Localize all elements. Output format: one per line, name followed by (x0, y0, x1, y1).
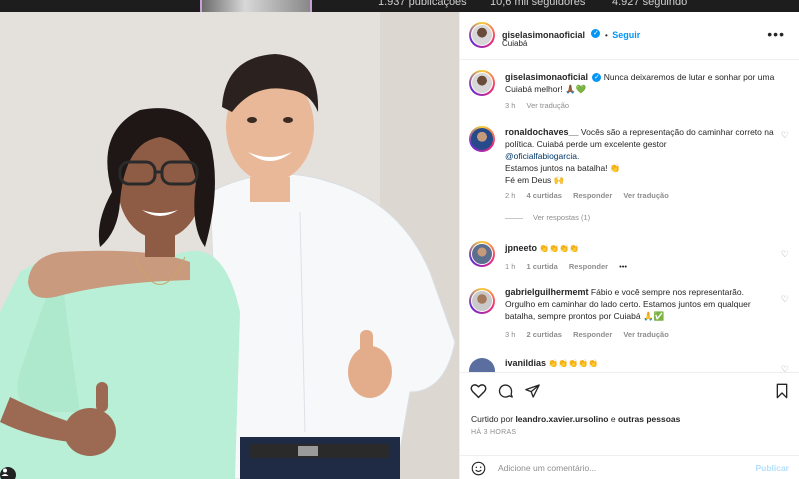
bookmark-icon[interactable] (775, 383, 789, 399)
caption-author-avatar[interactable] (469, 70, 495, 96)
comment-text: gabrielguilhermemt Fábio e você sempre n… (505, 286, 775, 322)
comment-likes[interactable]: 2 curtidas (527, 330, 562, 339)
comment-like-heart-icon[interactable]: ♡ (781, 364, 789, 372)
comment-like-heart-icon[interactable]: ♡ (781, 130, 789, 141)
post-details-panel: giselasimonaoficial ✓ • Seguir Cuiabá ••… (459, 12, 799, 479)
comment-body: 👏👏👏👏👏 (548, 359, 599, 368)
liked-by-prefix: Curtido por (471, 414, 514, 424)
profile-grid-thumbnail[interactable] (200, 0, 312, 12)
comment-like-heart-icon[interactable]: ♡ (781, 249, 789, 260)
commenter-avatar[interactable] (469, 288, 495, 314)
liked-by-and: e (610, 414, 616, 424)
paper-plane-icon[interactable] (524, 383, 541, 399)
comment-text: ivanildias 👏👏👏👏👏 (505, 357, 775, 370)
followers-count[interactable]: 10,6 mil seguidores (490, 0, 585, 8)
comment-meta: 2 h 4 curtidas Responder Ver tradução (505, 191, 678, 200)
view-replies-button[interactable]: Ver respostas (1) (505, 213, 590, 222)
comment-time[interactable]: 3 h (505, 330, 515, 339)
commenter-username[interactable]: ivanildias (505, 358, 546, 368)
caption-author[interactable]: giselasimonaoficial (505, 72, 588, 82)
post-header: giselasimonaoficial ✓ • Seguir Cuiabá ••… (460, 12, 799, 60)
comment-time[interactable]: 2 h (505, 191, 515, 200)
comment-body: 👏👏👏👏 (539, 244, 580, 253)
author-avatar[interactable] (469, 22, 495, 48)
view-replies-label: Ver respostas (1) (533, 213, 591, 222)
profile-stats-strip: 1.937 publicações 10,6 mil seguidores 4.… (0, 0, 799, 12)
comment-text: jpneeto 👏👏👏👏 (505, 242, 775, 255)
comment-likes[interactable]: 1 curtida (527, 262, 558, 271)
emoji-icon[interactable] (471, 461, 486, 479)
post-location[interactable]: Cuiabá (502, 39, 527, 48)
commenter-avatar[interactable] (469, 126, 495, 152)
heart-icon[interactable] (470, 383, 487, 399)
comment-more-icon[interactable]: ••• (619, 262, 627, 271)
publish-button[interactable]: Publicar (755, 463, 789, 473)
commenter-avatar[interactable] (469, 358, 495, 372)
commenter-username[interactable]: gabrielguilhermemt (505, 287, 589, 297)
comment-body-line: Estamos juntos na batalha! 👏 (505, 163, 621, 173)
add-comment-bar: Adicione um comentário... Publicar (460, 455, 799, 479)
commenter-username[interactable]: jpneeto (505, 243, 537, 253)
reply-button[interactable]: Responder (573, 191, 612, 200)
comment-bubble-icon[interactable] (497, 383, 514, 399)
more-options-icon[interactable]: ••• (767, 26, 785, 42)
mention-link[interactable]: @oficialfabiogarcia (505, 151, 577, 161)
translate-link[interactable]: Ver tradução (623, 191, 668, 200)
comment-like-heart-icon[interactable]: ♡ (781, 294, 789, 305)
caption-translate-link[interactable]: Ver tradução (527, 101, 570, 110)
liked-by-others[interactable]: outras pessoas (618, 414, 680, 424)
comment-text: ronaldochaves__ Vocês são a representaçã… (505, 127, 774, 185)
caption-meta: 3 h Ver tradução (505, 101, 578, 110)
comment-meta: 1 h 1 curtida Responder ••• (505, 262, 636, 271)
post-photo[interactable] (0, 12, 459, 479)
user-tag-icon[interactable] (0, 467, 16, 479)
verified-badge-icon: ✓ (591, 29, 601, 39)
comment-time[interactable]: 1 h (505, 262, 515, 271)
follow-button[interactable]: Seguir (612, 30, 640, 40)
translate-link[interactable]: Ver tradução (623, 330, 668, 339)
verified-badge-icon: ✓ (592, 73, 602, 83)
separator-dot: • (604, 31, 608, 40)
reply-button[interactable]: Responder (569, 262, 608, 271)
post-photo-illustration (0, 12, 459, 479)
post-actions: Curtido por leandro.xavier.ursolino e ou… (460, 372, 799, 455)
commenter-username[interactable]: ronaldochaves__ (505, 127, 579, 137)
post-time-ago[interactable]: HÁ 3 HORAS (471, 429, 516, 436)
comments-list[interactable]: giselasimonaoficial ✓ Nunca deixaremos d… (460, 60, 799, 372)
caption-text: giselasimonaoficial ✓ Nunca deixaremos d… (505, 71, 775, 95)
following-count[interactable]: 4.927 seguindo (612, 0, 687, 8)
liked-by-text: Curtido por leandro.xavier.ursolino e ou… (471, 414, 680, 424)
liked-by-user[interactable]: leandro.xavier.ursolino (515, 414, 608, 424)
reply-button[interactable]: Responder (573, 330, 612, 339)
caption-time[interactable]: 3 h (505, 101, 515, 110)
comment-meta: 3 h 2 curtidas Responder Ver tradução (505, 330, 678, 339)
comment-body-line: Fé em Deus 🙌 (505, 175, 565, 185)
comment-likes[interactable]: 4 curtidas (527, 191, 562, 200)
comment-input[interactable]: Adicione um comentário... (498, 463, 596, 473)
commenter-avatar[interactable] (469, 241, 495, 267)
posts-count: 1.937 publicações (378, 0, 467, 8)
